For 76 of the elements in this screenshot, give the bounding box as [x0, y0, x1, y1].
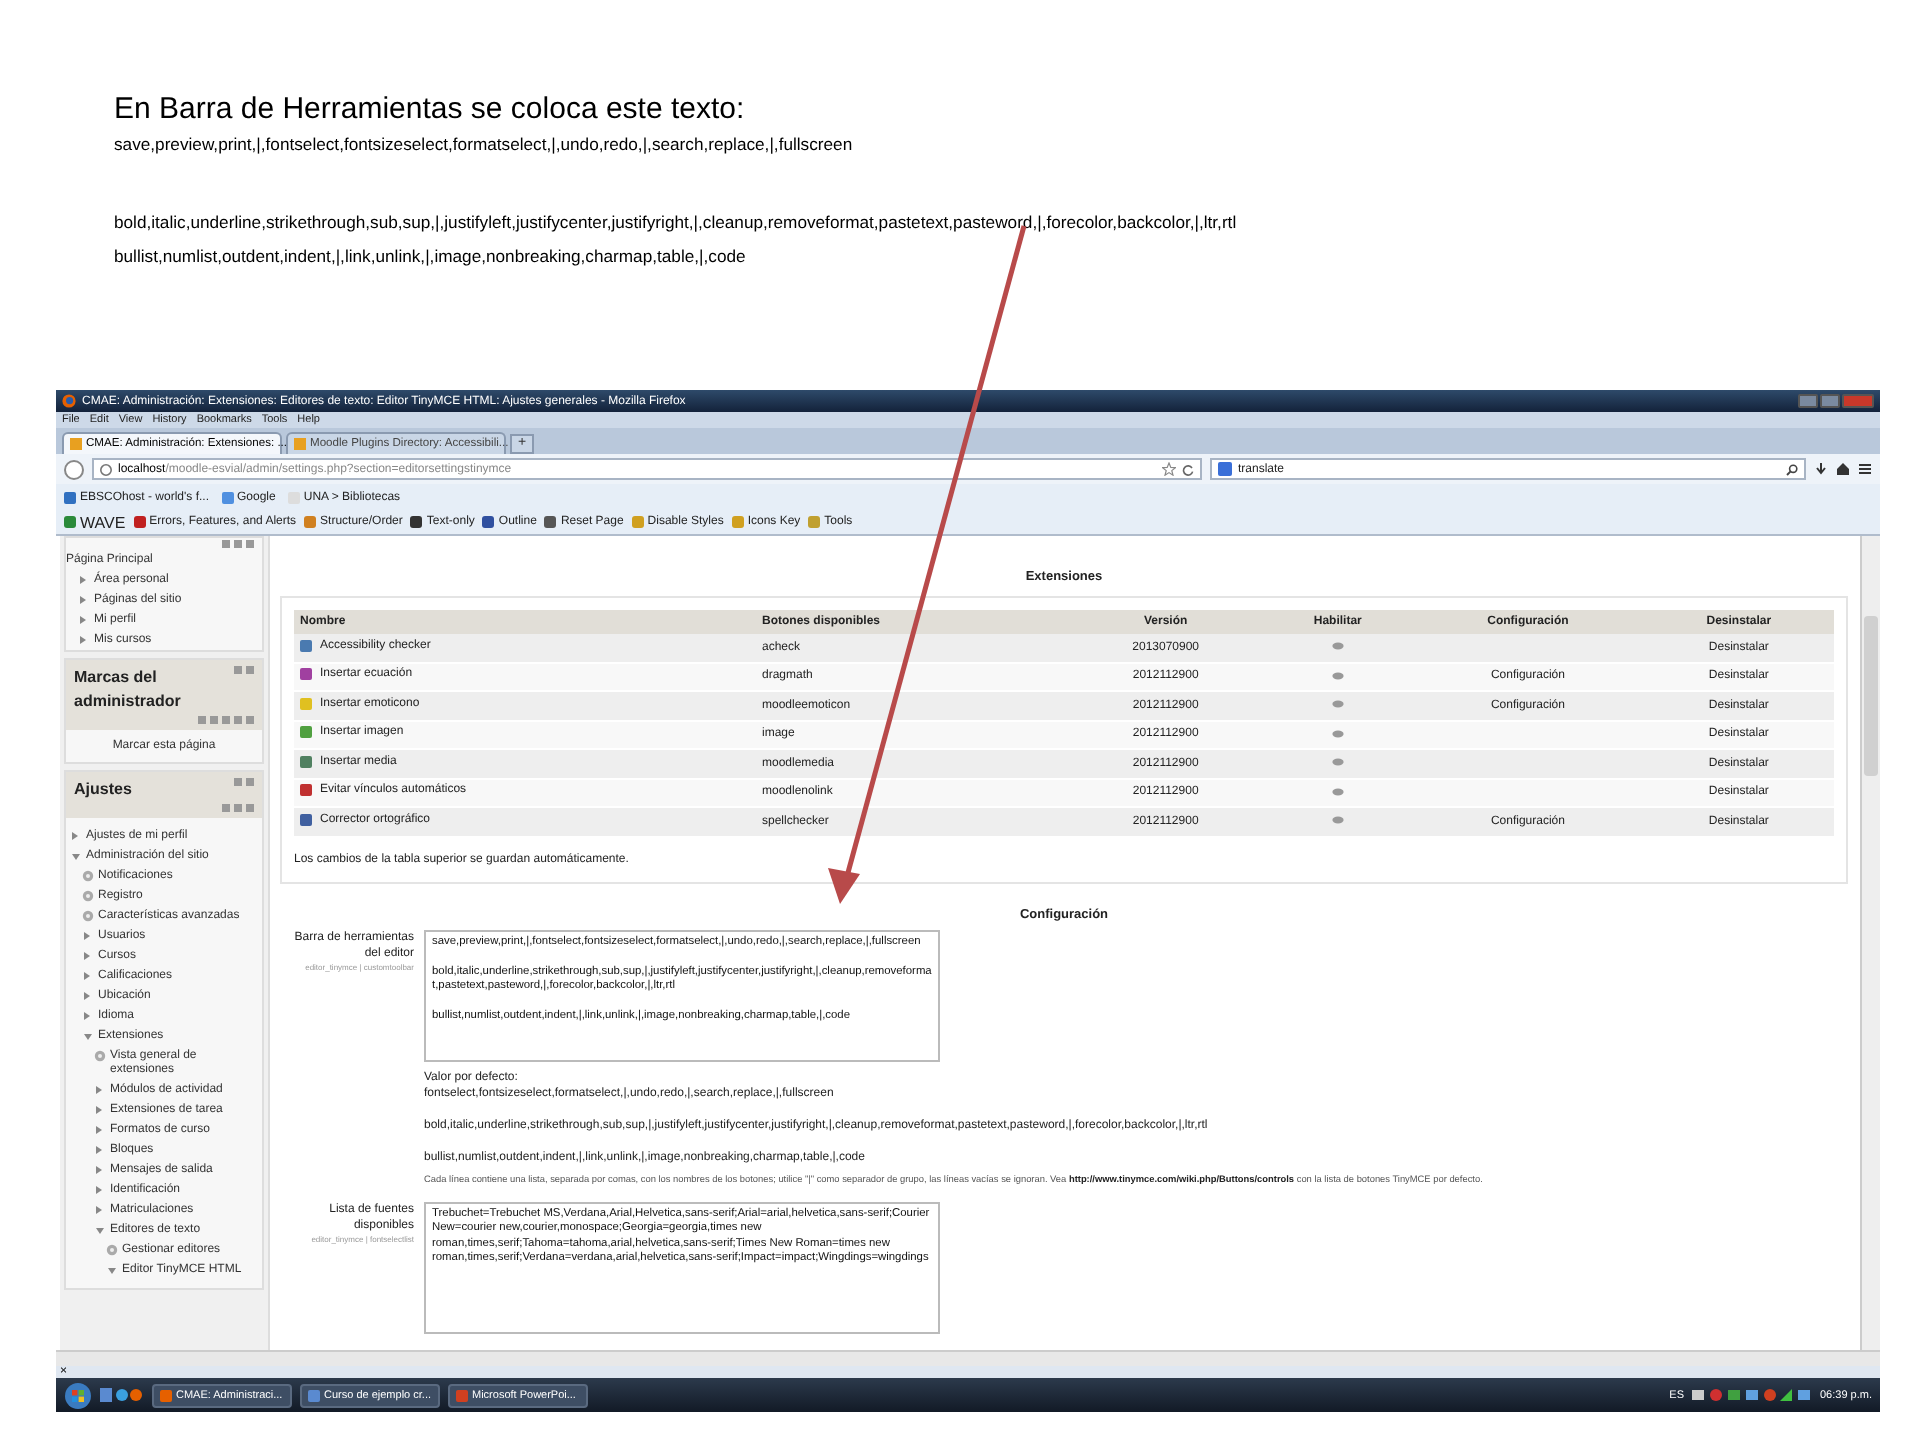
tool-icon [731, 516, 744, 528]
block-title: Marcas del administrador [74, 666, 183, 714]
block-title: Ajustes [74, 778, 134, 802]
tool-icon [544, 516, 557, 528]
search-engine-icon [1218, 462, 1232, 476]
quick-launch-icon [100, 1388, 144, 1402]
tray-icons-icon [1692, 1388, 1812, 1402]
back-button[interactable] [64, 459, 84, 479]
expanded-arrow-icon[interactable] [72, 853, 80, 859]
tool-icon [808, 516, 821, 528]
vertical-scrollbar[interactable] [1860, 536, 1880, 1350]
page-icon [221, 491, 233, 503]
eye-icon [1331, 758, 1344, 767]
tool-icon [482, 516, 495, 528]
app-icon [308, 1389, 320, 1401]
tool-icon [304, 516, 317, 528]
collapsed-arrow-icon[interactable] [72, 832, 78, 840]
collapsed-arrow-icon[interactable] [80, 596, 86, 604]
collapsed-arrow-icon[interactable] [96, 1146, 102, 1154]
tool-icon [133, 516, 146, 528]
slide-heading: En Barra de Herramientas se coloca este texto: [114, 92, 747, 128]
collapsed-arrow-icon[interactable] [84, 972, 90, 980]
expanded-arrow-icon[interactable] [108, 1267, 116, 1273]
block-controls-icon [222, 540, 254, 548]
page-icon [70, 438, 82, 450]
eye-icon [1331, 700, 1344, 709]
toolbar-text-line: bold,italic,underline,strikethrough,sub,sup,|,justifyleft,justifycenter,justifyright,|,cleanup,removeformat,pastetext,pasteword,|,forecolor,backcolor,|,ltr,rtl [114, 210, 1239, 234]
start-button-icon [64, 1381, 92, 1409]
collapsed-arrow-icon[interactable] [84, 952, 90, 960]
horizontal-scrollbar[interactable] [56, 1350, 1880, 1366]
collapsed-arrow-icon[interactable] [84, 992, 90, 1000]
collapsed-arrow-icon[interactable] [96, 1126, 102, 1134]
collapsed-arrow-icon[interactable] [96, 1166, 102, 1174]
tool-icon [631, 516, 644, 528]
page-icon [294, 438, 306, 450]
globe-icon [100, 463, 112, 475]
eye-icon [1331, 642, 1344, 651]
search-icon [1786, 463, 1798, 475]
app-icon [456, 1389, 468, 1401]
eye-icon [1331, 671, 1344, 680]
collapsed-arrow-icon[interactable] [80, 636, 86, 644]
minimize-button[interactable] [1798, 394, 1818, 408]
collapsed-arrow-icon[interactable] [84, 1012, 90, 1020]
download-icon [1814, 462, 1828, 476]
firefox-icon [62, 394, 76, 408]
toolbar-text-line: save,preview,print,|,fontselect,fontsizeselect,formatselect,|,undo,redo,|,search,replace,|,fullscreen [114, 132, 855, 156]
gear-icon [94, 1050, 106, 1062]
collapsed-arrow-icon[interactable] [96, 1206, 102, 1214]
eye-icon [1331, 729, 1344, 738]
block-controls-icon [198, 716, 254, 724]
reload-icon [1182, 463, 1194, 475]
wave-menu[interactable]: WAVE [64, 513, 126, 531]
eye-icon [1331, 787, 1344, 796]
expanded-arrow-icon[interactable] [96, 1227, 104, 1233]
home-icon [1836, 462, 1850, 476]
collapsed-arrow-icon[interactable] [84, 932, 90, 940]
block-controls-icon [234, 778, 254, 786]
collapsed-arrow-icon[interactable] [80, 576, 86, 584]
block-controls-icon [234, 666, 254, 674]
collapsed-arrow-icon[interactable] [96, 1086, 102, 1094]
eye-icon [1331, 816, 1344, 825]
expanded-arrow-icon[interactable] [84, 1033, 92, 1039]
app-icon [160, 1389, 172, 1401]
page-icon [287, 491, 300, 503]
page-icon [64, 491, 76, 503]
toolbar-text-line: bullist,numlist,outdent,indent,|,link,unlink,|,image,nonbreaking,charmap,table,|,code [114, 244, 748, 268]
block-controls-icon [222, 804, 254, 812]
collapsed-arrow-icon[interactable] [80, 616, 86, 624]
menu-icon [1858, 462, 1872, 476]
star-icon [1162, 462, 1176, 476]
tool-icon [410, 516, 423, 528]
maximize-button[interactable] [1820, 394, 1840, 408]
gear-icon [106, 1244, 118, 1256]
tool-icon [64, 516, 76, 528]
collapsed-arrow-icon[interactable] [96, 1186, 102, 1194]
collapsed-arrow-icon[interactable] [96, 1106, 102, 1114]
